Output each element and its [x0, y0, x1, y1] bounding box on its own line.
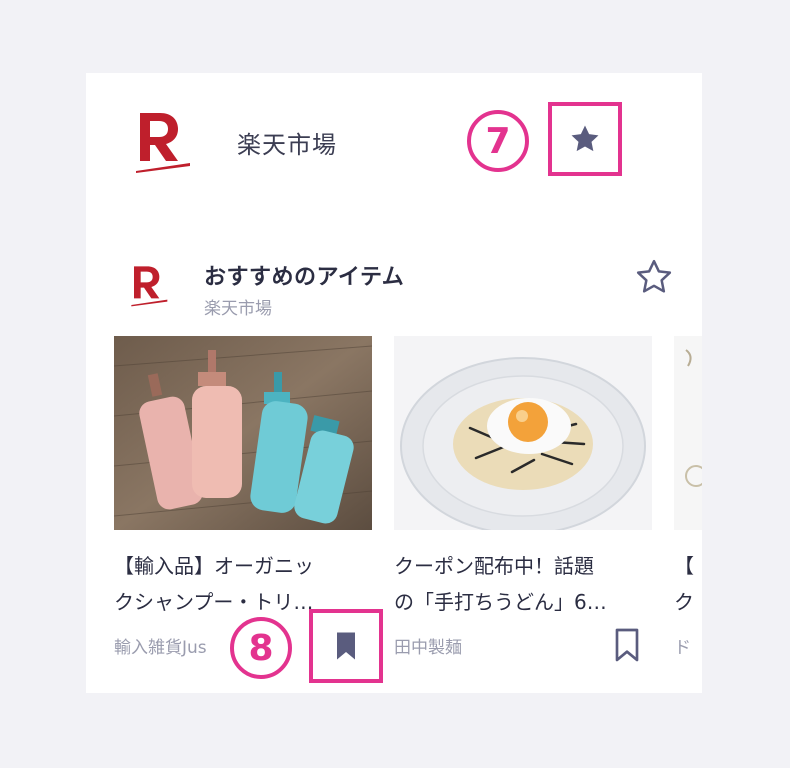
- product-image-shampoo[interactable]: [114, 336, 372, 530]
- product-card[interactable]: 【輸入品】オーガニッ クシャンプー・トリ… 輸入雑貨Jus: [114, 336, 372, 658]
- product-name-line2: ク: [674, 590, 694, 614]
- bookmark-button-highlighted[interactable]: [309, 609, 383, 683]
- annotation-marker-8: 8: [230, 617, 292, 679]
- section-subtitle: 楽天市場: [204, 299, 272, 319]
- product-image-udon[interactable]: [394, 336, 652, 530]
- favorite-button[interactable]: [548, 102, 622, 176]
- section-favorite-button[interactable]: [634, 257, 674, 297]
- bookmark-outline-icon: [615, 628, 639, 662]
- product-shop: 輸入雑貨Jus: [114, 638, 207, 658]
- product-shop: 田中製麺: [394, 638, 462, 658]
- product-image-jewelry[interactable]: [674, 336, 702, 530]
- brand-name: 楽天市場: [237, 131, 337, 159]
- product-name-line1: クーポン配布中！話題: [394, 554, 594, 578]
- rakuten-logo-icon: [134, 109, 194, 173]
- bookmark-button[interactable]: [607, 625, 647, 665]
- bookmark-filled-icon: [337, 632, 355, 660]
- product-name-line2: の「手打ちうどん」6…: [394, 590, 607, 614]
- star-outline-icon: [636, 259, 672, 293]
- product-name-line1: 【: [674, 554, 694, 578]
- annotation-marker-7: 7: [467, 110, 529, 172]
- star-filled-icon: [571, 125, 599, 152]
- product-shop: ド: [674, 638, 691, 658]
- product-name-line1: 【輸入品】オーガニッ: [114, 554, 314, 578]
- recommendation-card: 楽天市場 7 おすすめのアイテム 楽天市場 【輸入品】オーガニッ クシャンプー・…: [86, 73, 702, 693]
- product-card[interactable]: クーポン配布中！話題 の「手打ちうどん」6… 田中製麺: [394, 336, 652, 662]
- rakuten-logo-small-icon: [130, 263, 170, 307]
- product-card[interactable]: 【 ク ド: [674, 336, 702, 658]
- brand-header: 楽天市場 7: [86, 73, 702, 213]
- section-title: おすすめのアイテム: [204, 265, 405, 290]
